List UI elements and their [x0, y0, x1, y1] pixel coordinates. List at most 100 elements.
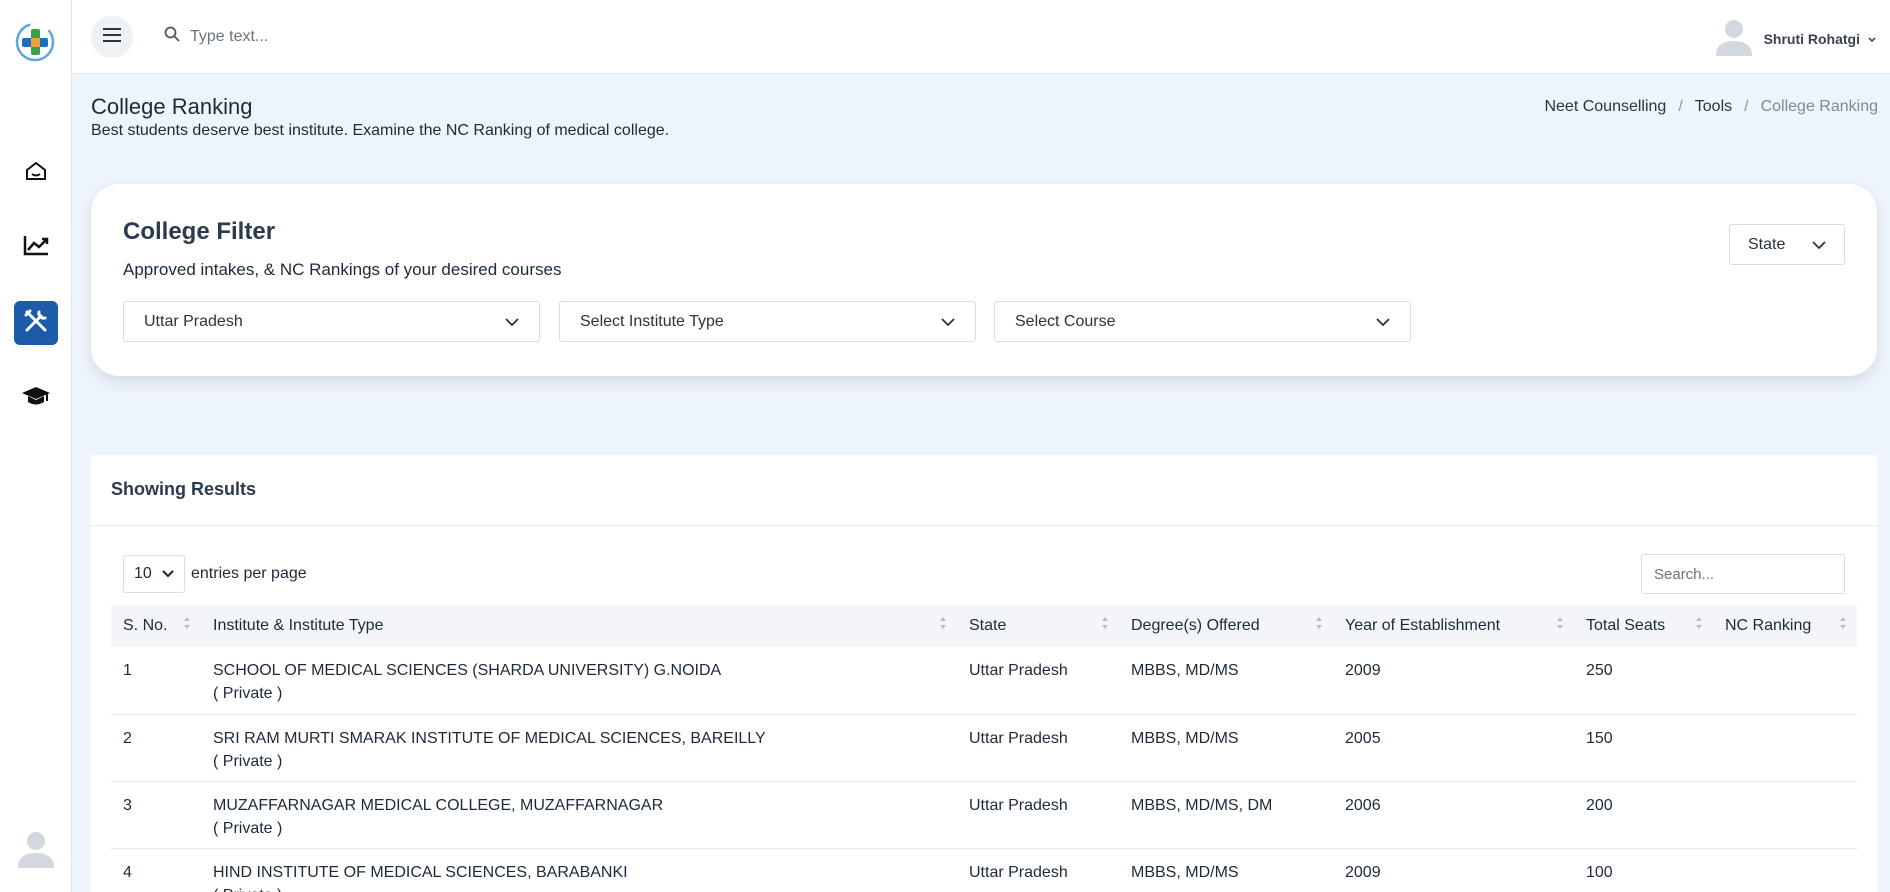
- course-select-value: Select Course: [1015, 312, 1116, 330]
- results-card: Showing Results 10 entries per page S. N…: [91, 455, 1877, 892]
- column-label: NC Ranking: [1725, 617, 1812, 634]
- chevron-down-icon: [941, 313, 955, 331]
- cell-institute: HIND INSTITUTE OF MEDICAL SCIENCES, BARA…: [201, 848, 957, 892]
- cell-sno: 1: [111, 647, 201, 715]
- column-label: S. No.: [123, 617, 168, 634]
- column-header-institute[interactable]: Institute & Institute Type: [201, 605, 957, 647]
- filter-title: College Filter: [123, 218, 276, 245]
- global-search: [164, 26, 510, 47]
- sort-icon: [1101, 616, 1109, 630]
- cell-seats: 200: [1574, 781, 1713, 849]
- cell-institute: SCHOOL OF MEDICAL SCIENCES (SHARDA UNIVE…: [201, 647, 957, 715]
- state-dropdown-button[interactable]: State: [1729, 224, 1845, 265]
- cell-degrees: MBBS, MD/MS, DM: [1119, 781, 1333, 849]
- institute-type-select-value: Select Institute Type: [580, 312, 724, 330]
- sort-icon: [1695, 616, 1703, 630]
- entries-per-page: 10 entries per page: [123, 555, 307, 593]
- cell-seats: 100: [1574, 848, 1713, 892]
- institute-name[interactable]: HIND INSTITUTE OF MEDICAL SCIENCES, BARA…: [213, 861, 945, 884]
- cell-institute: SRI RAM MURTI SMARAK INSTITUTE OF MEDICA…: [201, 714, 957, 782]
- sort-icon: [1556, 616, 1564, 630]
- search-icon: [164, 26, 180, 47]
- cell-degrees: MBBS, MD/MS: [1119, 848, 1333, 892]
- state-select[interactable]: Uttar Pradesh: [123, 301, 540, 342]
- institute-type: ( Private ): [213, 819, 283, 837]
- entries-label: entries per page: [191, 565, 307, 582]
- table-row: 1 SCHOOL OF MEDICAL SCIENCES (SHARDA UNI…: [111, 647, 1857, 715]
- chevron-down-icon: [1868, 30, 1876, 48]
- avatar: [1712, 14, 1756, 63]
- menu-toggle-button[interactable]: [91, 16, 133, 58]
- breadcrumb-current: College Ranking: [1760, 98, 1878, 115]
- chevron-down-icon: [1812, 236, 1826, 254]
- cell-sno: 2: [111, 714, 201, 782]
- chevron-down-icon: [505, 313, 519, 331]
- cell-ranking: [1713, 714, 1857, 782]
- state-button-label: State: [1748, 235, 1786, 253]
- column-header-degrees[interactable]: Degree(s) Offered: [1119, 605, 1333, 647]
- column-label: Total Seats: [1586, 617, 1666, 634]
- column-header-seats[interactable]: Total Seats: [1574, 605, 1713, 647]
- chevron-down-icon: [162, 565, 174, 583]
- cell-degrees: MBBS, MD/MS: [1119, 714, 1333, 782]
- institute-name[interactable]: SCHOOL OF MEDICAL SCIENCES (SHARDA UNIVE…: [213, 659, 945, 682]
- hamburger-icon: [102, 27, 122, 48]
- table-search-input[interactable]: [1641, 554, 1845, 594]
- state-select-value: Uttar Pradesh: [144, 312, 243, 330]
- entries-select[interactable]: 10: [123, 555, 185, 593]
- results-heading: Showing Results: [111, 479, 257, 499]
- results-table: S. No. Institute & Institute Type State …: [111, 605, 1857, 892]
- table-header-row: S. No. Institute & Institute Type State …: [111, 605, 1857, 647]
- sidebar: [0, 0, 72, 892]
- institute-name[interactable]: MUZAFFARNAGAR MEDICAL COLLEGE, MUZAFFARN…: [213, 794, 945, 817]
- column-header-year[interactable]: Year of Establishment: [1333, 605, 1574, 647]
- institute-type: ( Private ): [213, 752, 283, 770]
- course-select[interactable]: Select Course: [994, 301, 1411, 342]
- institute-name[interactable]: SRI RAM MURTI SMARAK INSTITUTE OF MEDICA…: [213, 727, 945, 750]
- cell-sno: 3: [111, 781, 201, 849]
- sidebar-item-courses[interactable]: [14, 376, 58, 420]
- page-title: College Ranking: [91, 94, 253, 119]
- sidebar-item-tools[interactable]: [14, 301, 58, 345]
- cell-year: 2009: [1333, 647, 1574, 715]
- graduation-cap-icon: [20, 384, 52, 413]
- sort-icon: [1315, 616, 1323, 630]
- institute-type: ( Private ): [213, 685, 283, 702]
- user-menu[interactable]: Shruti Rohatgi: [1712, 14, 1876, 63]
- chart-icon: [22, 233, 50, 262]
- cell-year: 2009: [1333, 848, 1574, 892]
- cell-state: Uttar Pradesh: [957, 848, 1119, 892]
- cell-institute: MUZAFFARNAGAR MEDICAL COLLEGE, MUZAFFARN…: [201, 781, 957, 849]
- breadcrumb-separator: /: [1678, 98, 1683, 115]
- college-filter-card: College Filter Approved intakes, & NC Ra…: [91, 184, 1877, 376]
- cell-year: 2005: [1333, 714, 1574, 782]
- home-icon: [24, 159, 48, 188]
- sidebar-avatar[interactable]: [14, 826, 58, 870]
- cell-year: 2006: [1333, 781, 1574, 849]
- column-header-sno[interactable]: S. No.: [111, 605, 201, 647]
- sidebar-item-home[interactable]: [14, 151, 58, 195]
- breadcrumb-tools[interactable]: Tools: [1695, 98, 1732, 116]
- cell-seats: 150: [1574, 714, 1713, 782]
- cell-seats: 250: [1574, 647, 1713, 715]
- table-row: 3 MUZAFFARNAGAR MEDICAL COLLEGE, MUZAFFA…: [111, 781, 1857, 849]
- breadcrumb-neet-counselling[interactable]: Neet Counselling: [1544, 98, 1666, 116]
- institute-type: ( Private ): [213, 884, 945, 892]
- cell-ranking: [1713, 647, 1857, 715]
- column-label: Institute & Institute Type: [213, 617, 384, 634]
- sort-icon: [939, 616, 947, 630]
- institute-type-select[interactable]: Select Institute Type: [559, 301, 976, 342]
- column-header-state[interactable]: State: [957, 605, 1119, 647]
- column-header-ranking[interactable]: NC Ranking: [1713, 605, 1857, 647]
- global-search-input[interactable]: [190, 27, 510, 46]
- app-logo[interactable]: [14, 21, 56, 63]
- column-label: Year of Establishment: [1345, 617, 1501, 634]
- divider: [91, 525, 1877, 526]
- user-name: Shruti Rohatgi: [1763, 30, 1860, 47]
- table-row: 2 SRI RAM MURTI SMARAK INSTITUTE OF MEDI…: [111, 714, 1857, 782]
- cell-ranking: [1713, 781, 1857, 849]
- sidebar-item-analytics[interactable]: [14, 225, 58, 269]
- column-label: Degree(s) Offered: [1131, 617, 1260, 634]
- sort-icon: [1839, 616, 1847, 630]
- table-row: 4 HIND INSTITUTE OF MEDICAL SCIENCES, BA…: [111, 848, 1857, 892]
